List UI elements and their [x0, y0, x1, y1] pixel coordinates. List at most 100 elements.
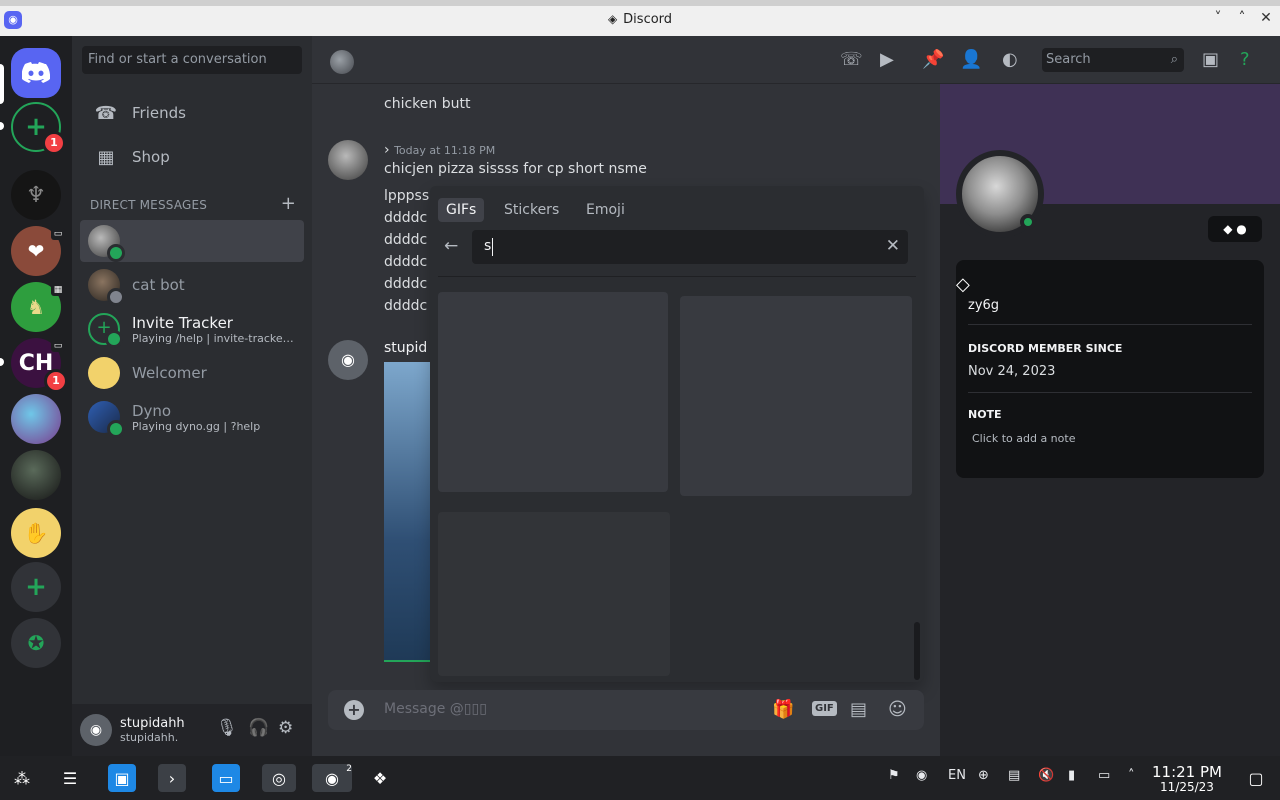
online-status — [107, 420, 125, 438]
explore-compass-icon[interactable]: ✪ — [11, 618, 61, 668]
message-line: ddddc — [384, 298, 428, 314]
clipboard-icon[interactable]: ▤ — [1008, 768, 1020, 783]
settings-gear-icon[interactable]: ⚙ — [278, 718, 293, 738]
message-text: chicjen pizza sissss for cp short nsme — [384, 161, 647, 177]
message-line: ddddc — [384, 210, 428, 226]
discord-logo-icon — [22, 62, 50, 83]
minimize-button[interactable]: ˅ — [1208, 10, 1228, 26]
system-clock[interactable]: 11:21 PM 11/25/23 — [1150, 764, 1224, 794]
create-dm-plus-icon[interactable]: + — [281, 193, 296, 214]
microphone-icon[interactable]: 🎙 — [216, 718, 238, 738]
discord-tray-icon[interactable]: ◉ — [916, 768, 927, 783]
user-avatar[interactable]: ◉ — [80, 714, 112, 746]
gift-icon[interactable]: 🎁 — [772, 699, 794, 720]
network-icon[interactable]: ▭ — [1098, 768, 1110, 783]
message-avatar[interactable]: ◉ — [328, 340, 368, 380]
video-call-icon[interactable]: ▶ — [880, 49, 894, 70]
profile-card: ◇ zy6g DISCORD MEMBER SINCE Nov 24, 2023… — [956, 260, 1264, 478]
message-avatar[interactable] — [328, 140, 368, 180]
voice-call-icon[interactable]: ☏ — [840, 49, 863, 70]
user-panel: ◉ stupidahh stupidahh. 🎙 🎧 ⚙ — [72, 704, 312, 756]
terminal-icon[interactable]: › — [158, 764, 186, 792]
gif-button[interactable]: GIF — [812, 701, 837, 716]
battery-icon[interactable]: ▮ — [1068, 768, 1075, 783]
online-status — [107, 244, 125, 262]
help-icon[interactable]: ? — [1240, 49, 1250, 70]
notification-bell-icon[interactable]: ⚑ — [888, 768, 900, 783]
dm-item-welcomer[interactable]: Welcomer — [80, 352, 304, 394]
gif-result-tile[interactable] — [438, 292, 668, 492]
inbox-icon[interactable]: ▣ — [1202, 49, 1219, 70]
add-server-button[interactable]: + — [11, 562, 61, 612]
message-image-embed[interactable] — [384, 362, 436, 662]
package-icon[interactable]: ❖ — [366, 764, 394, 792]
tab-stickers[interactable]: Stickers — [496, 198, 567, 222]
language-indicator[interactable]: EN — [948, 768, 966, 783]
profile-username: zy6g — [968, 298, 1000, 313]
message-text: chicken butt — [384, 96, 471, 112]
tray-expand-icon[interactable]: ˄ — [1128, 768, 1135, 783]
settings-sliders-icon[interactable]: ☰ — [56, 764, 84, 792]
note-input[interactable]: Click to add a note — [972, 432, 1075, 445]
gif-result-tile[interactable] — [438, 512, 670, 676]
server-trident[interactable]: ♆ — [11, 170, 61, 220]
gif-search-value: s — [484, 238, 492, 254]
server-dark[interactable] — [11, 450, 61, 500]
picker-divider — [438, 276, 916, 277]
pinned-messages-icon[interactable]: 📌 — [922, 49, 944, 70]
clear-search-icon[interactable]: ✕ — [886, 236, 900, 256]
notification-badge: 1 — [44, 369, 68, 393]
headphones-icon[interactable]: 🎧 — [248, 718, 269, 738]
close-button[interactable]: ✕ — [1256, 10, 1276, 26]
message-composer[interactable]: + Message @▯▯▯ 🎁 GIF ▤ ☺ — [328, 690, 924, 730]
find-conversation-button[interactable]: Find or start a conversation — [82, 46, 302, 74]
back-arrow-icon[interactable]: ← — [444, 236, 458, 256]
discord-taskbar-icon[interactable]: ◉ 2 — [312, 764, 352, 792]
profile-avatar[interactable] — [956, 150, 1044, 238]
server-green[interactable]: ♞ ▦ — [11, 282, 65, 332]
server-yellow[interactable]: ✋ — [11, 508, 61, 558]
show-desktop-icon[interactable]: ▢ — [1242, 764, 1270, 792]
message-line: ddddc — [384, 254, 428, 270]
add-friend-icon[interactable]: 👤 — [960, 49, 982, 70]
online-status — [1020, 214, 1036, 230]
server-candy[interactable]: ❤ ▭ — [11, 226, 65, 276]
gif-result-tile[interactable] — [680, 296, 912, 496]
file-manager-icon[interactable]: ▭ — [212, 764, 240, 792]
store-bag-icon[interactable]: ▣ — [108, 764, 136, 792]
emoji-icon[interactable]: ☺ — [888, 699, 907, 720]
profile-badges[interactable]: ◆ ● — [1208, 216, 1262, 242]
avatar — [88, 225, 125, 262]
search-icon: ⌕ — [1170, 52, 1178, 67]
sticker-icon[interactable]: ▤ — [850, 699, 867, 720]
update-icon[interactable]: ⊕ — [978, 768, 989, 783]
maximize-button[interactable]: ˄ — [1232, 10, 1252, 26]
server-ch[interactable]: CH ▭ 1 — [11, 338, 68, 393]
server-anime[interactable] — [11, 394, 61, 444]
dm-item-cat-bot[interactable]: cat bot — [80, 264, 304, 306]
app-launcher-icon[interactable]: ⁂ — [8, 764, 36, 792]
dm-item-dyno[interactable]: Dyno Playing dyno.gg | ?help — [80, 396, 304, 438]
streaming-icon: ▭ — [51, 228, 65, 240]
selected-pill — [0, 64, 4, 104]
nav-shop[interactable]: ▦ Shop — [80, 136, 304, 178]
header-search-input[interactable]: Search ⌕ — [1042, 48, 1184, 72]
message-line: ddddc — [384, 276, 428, 292]
picker-scrollbar[interactable] — [914, 622, 920, 680]
nav-friends[interactable]: ☎ Friends — [80, 92, 304, 134]
home-dm-button[interactable] — [11, 48, 61, 98]
chrome-browser-icon[interactable]: ◎ — [262, 764, 296, 792]
dm-item-invite-tracker[interactable]: + Invite Tracker Playing /help | invite-t… — [80, 308, 304, 350]
gif-search-input[interactable]: s ✕ — [472, 230, 908, 264]
unread-pill — [0, 358, 4, 366]
tab-gifs[interactable]: GIFs — [438, 198, 485, 222]
dm-item-selected[interactable] — [80, 220, 304, 262]
message-input[interactable]: Message @▯▯▯ — [384, 701, 487, 717]
user-profile-icon[interactable]: ◐ — [1002, 49, 1018, 70]
tab-emoji[interactable]: Emoji — [578, 198, 633, 222]
add-server-notification[interactable]: + 1 — [11, 102, 66, 155]
volume-muted-icon[interactable]: 🔇 — [1038, 768, 1054, 783]
attach-plus-icon[interactable]: + — [344, 700, 364, 720]
notification-badge: 1 — [42, 131, 66, 155]
message-author[interactable]: stupid — [384, 340, 427, 356]
